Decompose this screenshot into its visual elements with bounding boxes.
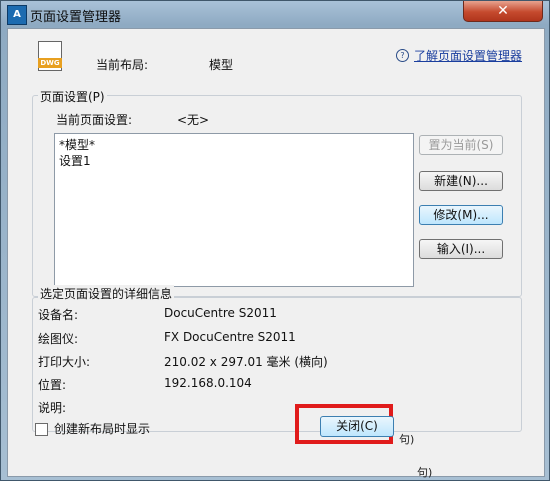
show-on-new-layout-label: 创建新布局时显示 [54, 422, 151, 436]
current-layout-value: 模型 [209, 58, 234, 72]
description-label: 说明: [38, 401, 67, 415]
import-button[interactable]: 输入(I)... [419, 239, 503, 259]
list-item[interactable]: 设置1 [59, 152, 91, 169]
device-name-label: 设备名: [38, 308, 79, 322]
plot-size-value: 210.02 x 297.01 毫米 (横向) [164, 355, 328, 369]
help-icon[interactable]: ? [396, 49, 409, 62]
window-title: 页面设置管理器 [30, 10, 122, 25]
page-setups-list[interactable]: *模型* 设置1 [54, 133, 414, 287]
page-setups-group-title: 页面设置(P) [38, 88, 107, 105]
text-fragment-top: 句) [399, 433, 415, 446]
location-value: 192.168.0.104 [164, 376, 252, 390]
current-page-setup-label: 当前页面设置: [56, 113, 133, 127]
plotter-label: 绘图仪: [38, 332, 79, 346]
text-fragment-bottom: 句) [417, 466, 433, 479]
plot-size-label: 打印大小: [38, 355, 91, 369]
new-button[interactable]: 新建(N)... [419, 171, 503, 191]
list-item[interactable]: *模型* [59, 136, 95, 153]
help-link[interactable]: 了解页面设置管理器 [414, 47, 522, 64]
window-close-button[interactable]: ✕ [463, 1, 543, 22]
set-current-button[interactable]: 置为当前(S) [419, 135, 503, 155]
details-group-title: 选定页面设置的详细信息 [38, 285, 175, 302]
dwg-file-icon: DWG [38, 41, 62, 71]
device-name-value: DocuCentre S2011 [164, 306, 277, 320]
modify-button[interactable]: 修改(M)... [419, 205, 503, 225]
close-dialog-button[interactable]: 关闭(C) [320, 416, 394, 437]
show-on-new-layout-checkbox[interactable] [35, 423, 48, 436]
plotter-value: FX DocuCentre S2011 [164, 330, 296, 344]
autocad-app-icon: A [7, 5, 27, 25]
location-label: 位置: [38, 378, 67, 392]
current-page-setup-value: <无> [177, 113, 210, 127]
current-layout-label: 当前布局: [96, 58, 149, 72]
dialog-client-area: DWG 当前布局: 模型 ? 了解页面设置管理器 页面设置(P) 当前页面设置:… [7, 28, 545, 477]
title-bar[interactable]: A 页面设置管理器 ✕ [1, 1, 549, 27]
dwg-file-icon-label: DWG [38, 58, 62, 68]
page-setup-manager-window: A 页面设置管理器 ✕ DWG 当前布局: 模型 ? 了解页面设置管理器 页面设… [0, 0, 550, 481]
